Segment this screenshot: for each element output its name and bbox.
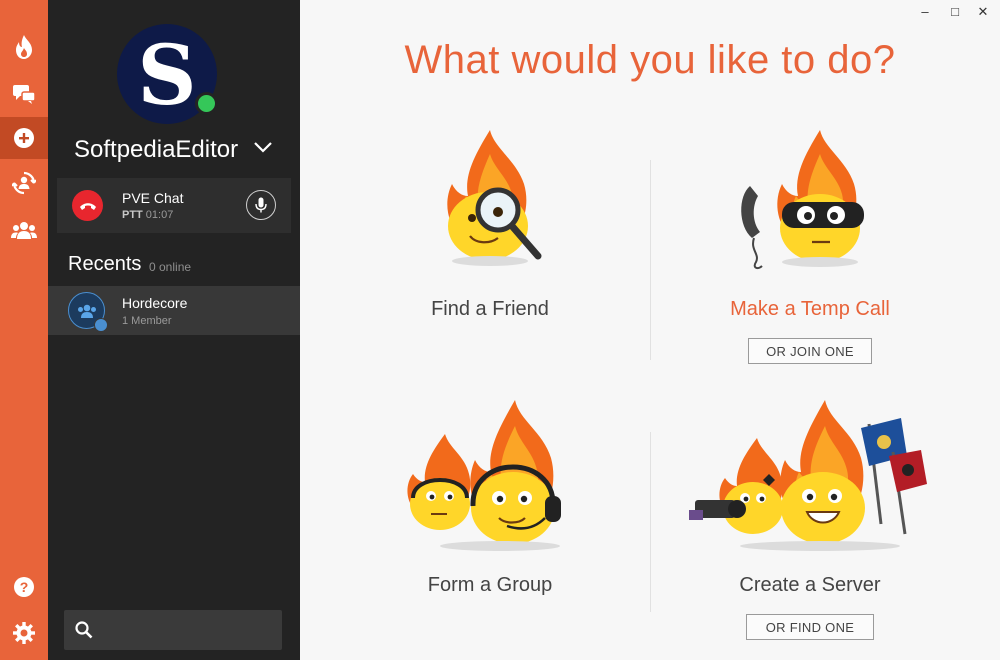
search-icon xyxy=(75,621,93,639)
call-mode: PTT xyxy=(122,209,143,221)
form-group-label: Form a Group xyxy=(427,574,553,596)
side-panel: S SoftpediaEditor PVE Chat PTT 01:07 Rece… xyxy=(48,0,300,660)
username[interactable]: SoftpediaEditor xyxy=(74,136,238,164)
find-one-button[interactable]: OR FIND ONE xyxy=(746,614,874,640)
join-one-button[interactable]: OR JOIN ONE xyxy=(748,338,872,364)
page-title: What would you like to do? xyxy=(404,38,896,82)
temp-call-card[interactable]: Make a Temp Call OR JOIN ONE xyxy=(660,120,960,380)
search-input[interactable] xyxy=(104,618,278,644)
phone-hangup-icon xyxy=(79,202,96,210)
search-box[interactable] xyxy=(64,610,282,650)
chat-icon[interactable] xyxy=(0,73,48,115)
nav-rail: ? xyxy=(0,0,48,660)
avatar-letter: S xyxy=(137,28,197,124)
add-icon[interactable] xyxy=(0,117,48,159)
create-server-card[interactable]: Create a Server OR FIND ONE xyxy=(660,390,960,650)
profile-avatar[interactable]: S xyxy=(117,24,218,124)
flame-server-flags-icon xyxy=(689,400,927,551)
maximize-button[interactable]: □ xyxy=(945,4,965,19)
settings-icon[interactable] xyxy=(0,612,48,654)
form-group-card[interactable]: Form a Group xyxy=(340,390,640,610)
flame-phone-icon xyxy=(741,130,864,270)
help-icon[interactable]: ? xyxy=(0,566,48,608)
chevron-down-icon[interactable] xyxy=(253,140,273,154)
call-name: PVE Chat xyxy=(122,190,184,206)
divider xyxy=(650,432,651,612)
close-button[interactable]: ✕ xyxy=(973,4,993,20)
minimize-button[interactable]: – xyxy=(915,4,935,19)
friends-sync-icon[interactable] xyxy=(0,162,48,204)
flame-group-headset-icon xyxy=(407,400,561,551)
active-call-panel[interactable]: PVE Chat PTT 01:07 xyxy=(57,178,291,233)
find-friend-card[interactable]: Find a Friend xyxy=(340,120,640,340)
hangup-button[interactable] xyxy=(72,190,103,221)
recent-item[interactable]: Hordecore 1 Member xyxy=(48,286,300,335)
divider xyxy=(650,160,651,360)
main-content: – □ ✕ What would you like to do? Find a … xyxy=(300,0,1000,660)
temp-call-label: Make a Temp Call xyxy=(730,298,890,320)
find-friend-label: Find a Friend xyxy=(431,298,549,320)
push-to-talk-button[interactable] xyxy=(246,190,276,220)
recents-heading: Recents xyxy=(68,253,142,275)
online-count: 0 online xyxy=(149,260,192,274)
create-server-label: Create a Server xyxy=(739,574,881,596)
online-status-indicator xyxy=(195,92,218,115)
groups-icon[interactable] xyxy=(0,209,48,251)
recent-item-members: 1 Member xyxy=(122,315,172,327)
server-badge-icon xyxy=(94,318,108,332)
flame-magnifier-icon xyxy=(447,130,542,266)
svg-text:?: ? xyxy=(20,579,29,595)
flame-icon[interactable] xyxy=(0,26,48,68)
call-duration: 01:07 xyxy=(145,209,174,221)
group-people-icon xyxy=(77,304,96,318)
call-status: PTT 01:07 xyxy=(122,209,173,221)
recent-item-name: Hordecore xyxy=(122,295,188,311)
microphone-icon xyxy=(255,197,267,213)
